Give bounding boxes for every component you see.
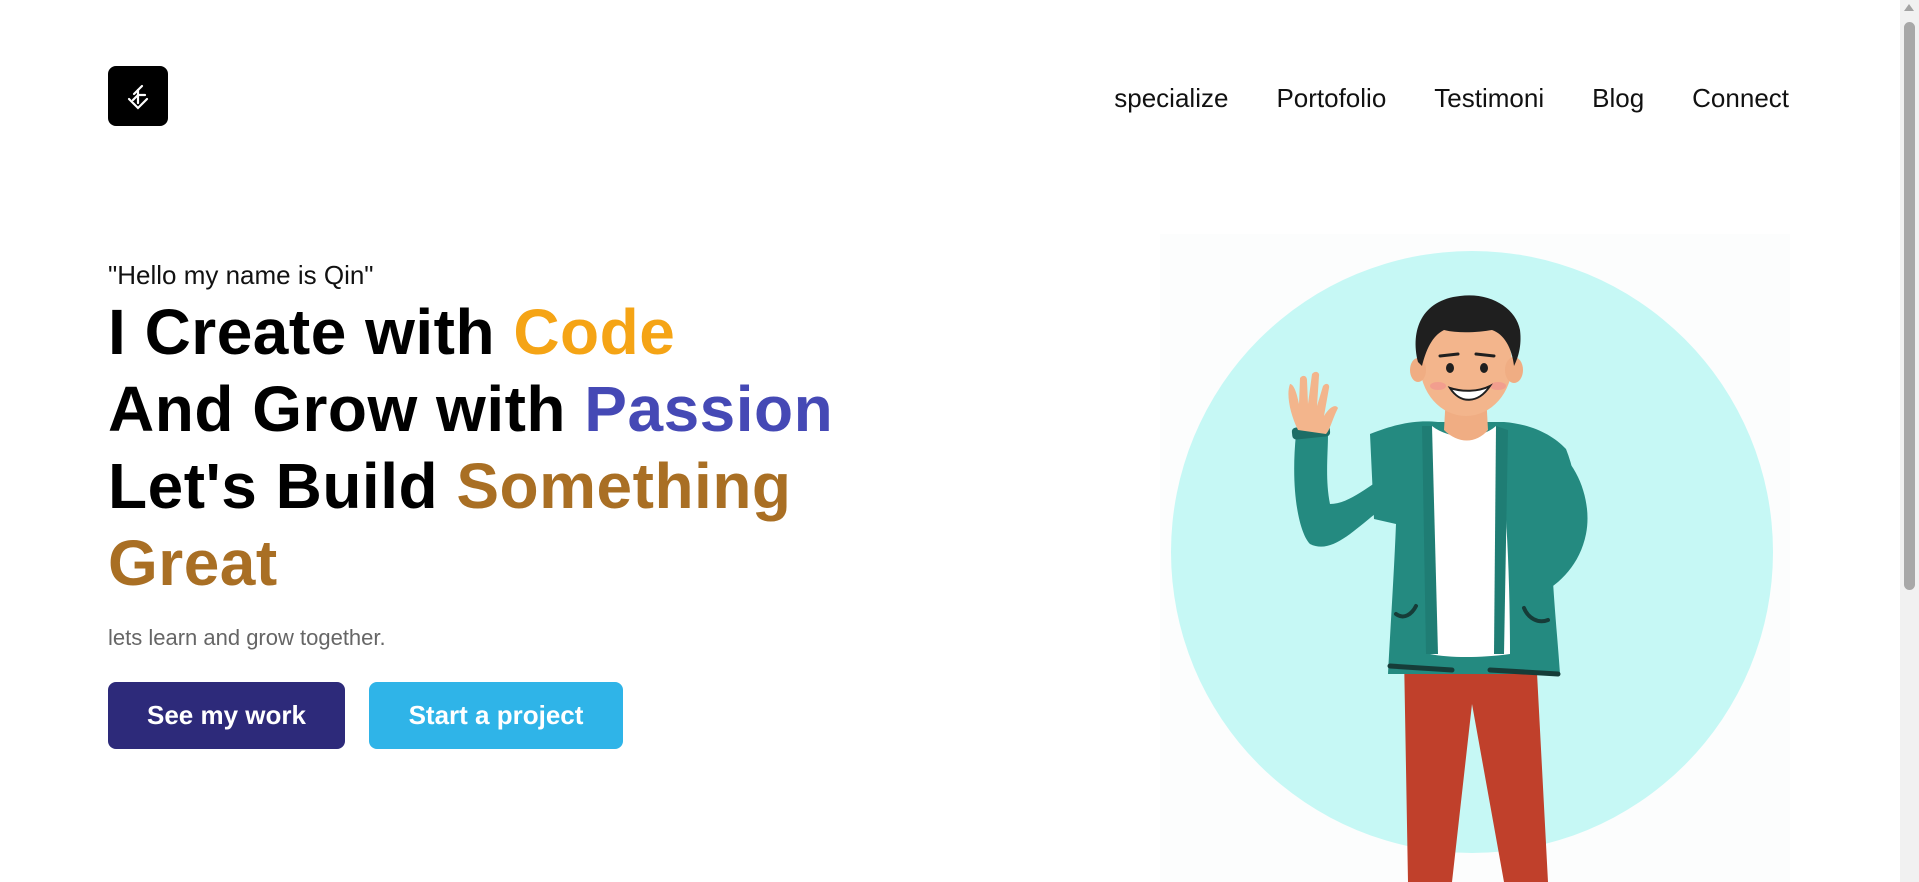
nav-link-portofolio[interactable]: Portofolio [1276, 80, 1386, 116]
headline-accent-passion: Passion [584, 373, 834, 445]
headline-line-3: Let's Build Something [108, 448, 968, 525]
headline-accent-code: Code [513, 296, 676, 368]
vertical-scrollbar[interactable] [1900, 0, 1919, 882]
nav-link-specialize[interactable]: specialize [1114, 80, 1228, 116]
hero-subtext: lets learn and grow together. [108, 625, 386, 650]
scrollbar-thumb[interactable] [1904, 22, 1915, 590]
scroll-up-arrow-icon[interactable] [1904, 4, 1914, 11]
stylized-letter-logo-icon [127, 84, 149, 110]
main-nav: specialize Portofolio Testimoni Blog Con… [1114, 80, 1789, 116]
headline-line-2: And Grow with Passion [108, 371, 968, 448]
headline-line-1-text: I Create with [108, 296, 514, 368]
start-a-project-button[interactable]: Start a project [369, 682, 623, 749]
hero-greeting: "Hello my name is Qin" [108, 260, 374, 290]
headline-accent-something: Something [456, 450, 792, 522]
page: specialize Portofolio Testimoni Blog Con… [0, 0, 1919, 882]
headline-line-2-text: And Grow with [108, 373, 585, 445]
logo[interactable] [108, 66, 168, 126]
nav-link-connect[interactable]: Connect [1692, 80, 1789, 116]
waving-man-illustration [1171, 251, 1773, 882]
headline-accent-great: Great [108, 527, 278, 599]
see-my-work-button[interactable]: See my work [108, 682, 345, 749]
nav-link-testimoni[interactable]: Testimoni [1434, 80, 1544, 116]
nav-link-blog[interactable]: Blog [1592, 80, 1644, 116]
hero-illustration [1160, 234, 1790, 882]
hero-headline: I Create with Code And Grow with Passion… [108, 294, 968, 602]
headline-line-1: I Create with Code [108, 294, 968, 371]
headline-line-3-text: Let's Build [108, 450, 457, 522]
